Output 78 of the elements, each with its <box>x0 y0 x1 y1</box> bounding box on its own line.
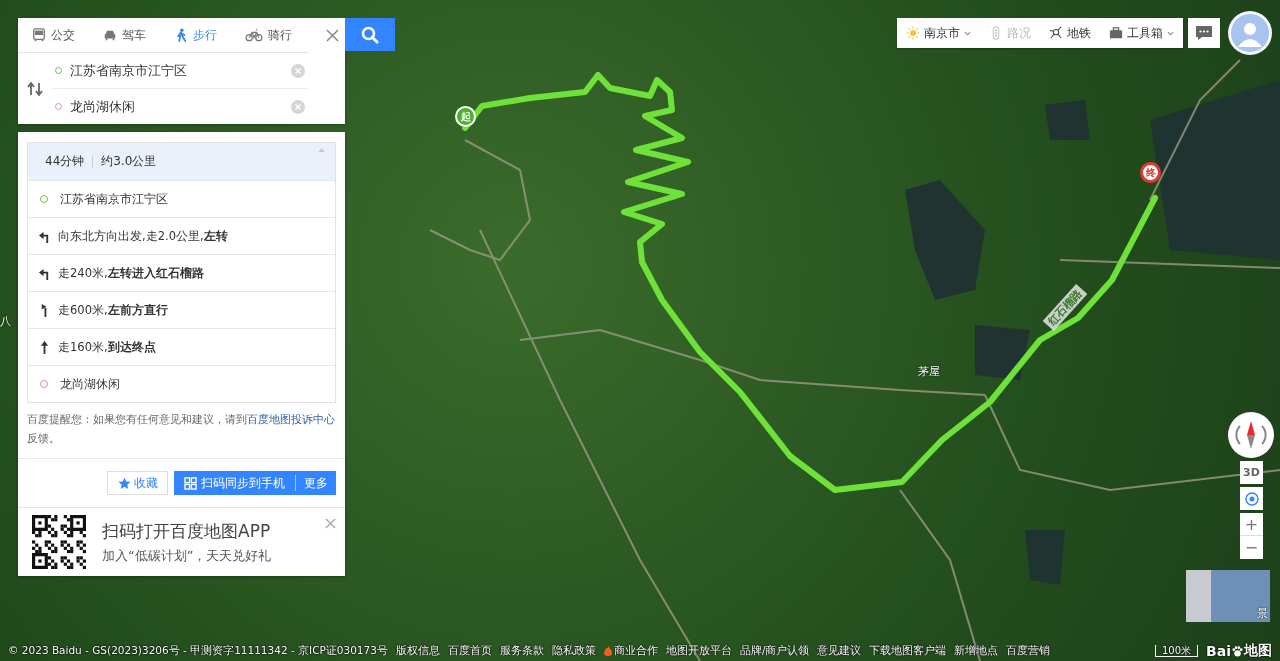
destination-input[interactable]: 龙尚湖休闲 <box>70 99 291 114</box>
distance-text: 约3.0公里 <box>101 153 157 170</box>
chevron-down-icon <box>1167 30 1174 36</box>
close-icon[interactable] <box>325 518 336 529</box>
toolbox-icon <box>1109 26 1123 40</box>
turn-left-icon <box>39 266 50 280</box>
mode-tab[interactable]: 驾车 <box>89 18 160 52</box>
locate-icon <box>1244 491 1259 506</box>
footer-link[interactable]: 新增地点 <box>954 644 999 658</box>
turn-left-icon <box>39 229 50 243</box>
origin-input[interactable]: 江苏省南京市江宁区 <box>70 63 291 78</box>
toolbar-button[interactable]: 工具箱 <box>1105 20 1178 46</box>
star-icon <box>117 476 131 490</box>
car-icon <box>103 28 117 42</box>
route-step[interactable]: 走160米,到达终点 <box>28 328 335 365</box>
bus-icon <box>32 28 46 42</box>
search-icon <box>361 25 379 44</box>
grid-icon <box>184 476 197 490</box>
end-marker[interactable]: 终 <box>1140 162 1161 183</box>
mode-tab[interactable]: 骑行 <box>231 18 306 52</box>
straight-arrow-icon <box>39 340 50 354</box>
scale-bar: 100米 <box>1155 645 1199 657</box>
duration-text: 44分钟 <box>45 153 85 170</box>
3d-button[interactable]: 3D <box>1240 461 1263 484</box>
footer-link[interactable]: 版权信息 <box>395 644 440 658</box>
route-summary-bar[interactable]: 44分钟 约3.0公里 <box>28 143 335 180</box>
footer-link[interactable]: 隐私政策 <box>551 644 596 658</box>
zoom-out-button[interactable]: − <box>1240 536 1263 559</box>
favorite-button[interactable]: 收藏 <box>107 471 168 495</box>
walking-person-icon <box>174 28 188 42</box>
step-text: 龙尚湖休闲 <box>60 376 120 392</box>
route-step[interactable]: 龙尚湖休闲 <box>28 365 335 402</box>
place-label: 茅屋 <box>918 364 940 379</box>
street-view-label: 景 <box>1257 606 1269 622</box>
subway-network-icon <box>1049 26 1063 40</box>
footer-link[interactable]: 地图开放平台 <box>665 644 732 658</box>
locate-button[interactable] <box>1240 487 1263 510</box>
step-text: 向东北方向出发,走2.0公里,左转 <box>58 228 228 244</box>
toolbar-button[interactable]: 地铁 <box>1045 20 1095 46</box>
promo-subtitle: 加入“低碳计划”，天天兑好礼 <box>102 546 272 565</box>
flame-icon <box>603 646 612 656</box>
footer-link[interactable]: 下载地图客户端 <box>869 644 947 658</box>
route-step[interactable]: 走240米,左转进入红石榴路 <box>28 254 335 291</box>
bicycle-icon <box>245 28 263 42</box>
road-label: 红石榴路 <box>1042 283 1088 332</box>
toolbar-button[interactable]: 南京市 <box>902 20 975 46</box>
step-text: 走600米,左前方直行 <box>58 302 168 318</box>
step-text: 江苏省南京市江宁区 <box>60 191 168 207</box>
footer-link[interactable]: 百度首页 <box>447 644 492 658</box>
footer-link[interactable]: 意见建议 <box>817 644 862 658</box>
complaint-center-link[interactable]: 百度地图投诉中心 <box>247 413 335 426</box>
qr-code <box>32 515 86 569</box>
map-logo: Bai 地图 <box>1206 642 1272 660</box>
mode-tab[interactable]: 步行 <box>160 18 231 52</box>
chevron-down-icon <box>964 30 971 36</box>
footer-link[interactable]: 服务条款 <box>499 644 544 658</box>
footer-link[interactable]: 百度营销 <box>1006 644 1051 658</box>
footer-link[interactable]: 品牌/商户认领 <box>739 644 810 658</box>
route-step[interactable]: 走600米,左前方直行 <box>28 291 335 328</box>
avatar-icon[interactable] <box>1228 11 1272 55</box>
route-step[interactable]: 向东北方向出发,走2.0公里,左转 <box>28 217 335 254</box>
step-text: 走240米,左转进入红石榴路 <box>58 265 204 281</box>
copyright-text: © 2023 Baidu - GS(2023)3206号 - 甲测资字11111342 - 京ICP证030173号 <box>8 644 388 658</box>
search-button[interactable] <box>345 18 395 51</box>
chat-bubble-icon <box>1195 25 1213 41</box>
feedback-notice: 百度提醒您：如果您有任何意见和建议，请到百度地图投诉中心 反馈。 <box>27 412 336 447</box>
zoom-in-button[interactable]: + <box>1240 513 1263 536</box>
message-button[interactable] <box>1188 18 1220 48</box>
place-label: 八 <box>0 314 11 329</box>
close-icon[interactable] <box>326 29 339 42</box>
compass-icon[interactable] <box>1228 412 1274 458</box>
step-text: 走160米,到达终点 <box>58 339 156 355</box>
promo-title: 扫码打开百度地图APP <box>102 519 272 543</box>
sun-icon <box>906 26 920 40</box>
route-step[interactable]: 江苏省南京市江宁区 <box>28 180 335 217</box>
swap-icon[interactable] <box>27 81 43 96</box>
footer-link[interactable]: 商业合作 <box>603 644 658 658</box>
mode-tab[interactable]: 公交 <box>18 18 89 52</box>
